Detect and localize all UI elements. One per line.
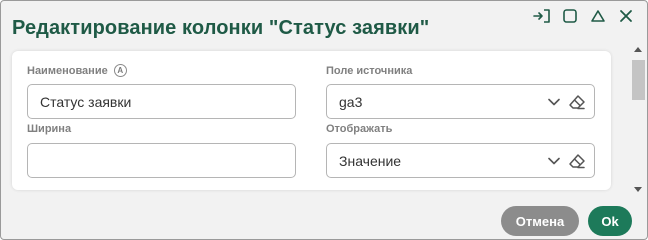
source-field-select[interactable]: ga3: [326, 84, 595, 119]
exit-icon[interactable]: [533, 7, 551, 25]
display-select[interactable]: Значение: [326, 143, 595, 178]
source-label: Поле источника: [326, 65, 413, 77]
name-input-value: Статус заявки: [40, 93, 132, 110]
display-value: Значение: [339, 152, 402, 169]
window-controls: [533, 7, 635, 25]
edit-column-dialog: Редактирование колонки "Статус заявки" Н…: [0, 0, 648, 240]
maximize-icon[interactable]: [561, 7, 579, 25]
name-label: Наименование A: [27, 64, 127, 77]
name-input[interactable]: Статус заявки: [27, 84, 296, 119]
scroll-up-arrow-icon[interactable]: [634, 47, 642, 52]
source-field-value: ga3: [339, 93, 363, 110]
close-icon[interactable]: [617, 7, 635, 25]
form-card: Наименование A Статус заявки Поле источн…: [12, 51, 611, 190]
width-label: Ширина: [27, 123, 72, 135]
display-label: Отображать: [326, 123, 393, 135]
cancel-button[interactable]: Отмена: [501, 206, 579, 236]
width-input[interactable]: [27, 143, 296, 178]
chevron-down-icon[interactable]: [548, 157, 560, 165]
chevron-down-icon[interactable]: [548, 98, 560, 106]
vertical-scrollbar[interactable]: [630, 44, 646, 196]
scroll-down-arrow-icon[interactable]: [634, 187, 642, 192]
ok-button[interactable]: Ok: [588, 206, 632, 236]
info-badge: A: [113, 64, 127, 77]
dialog-title: Редактирование колонки "Статус заявки": [12, 17, 430, 39]
eraser-icon[interactable]: [568, 94, 586, 110]
collapse-icon[interactable]: [589, 7, 607, 25]
scroll-thumb[interactable]: [632, 60, 645, 100]
eraser-icon[interactable]: [568, 153, 586, 169]
